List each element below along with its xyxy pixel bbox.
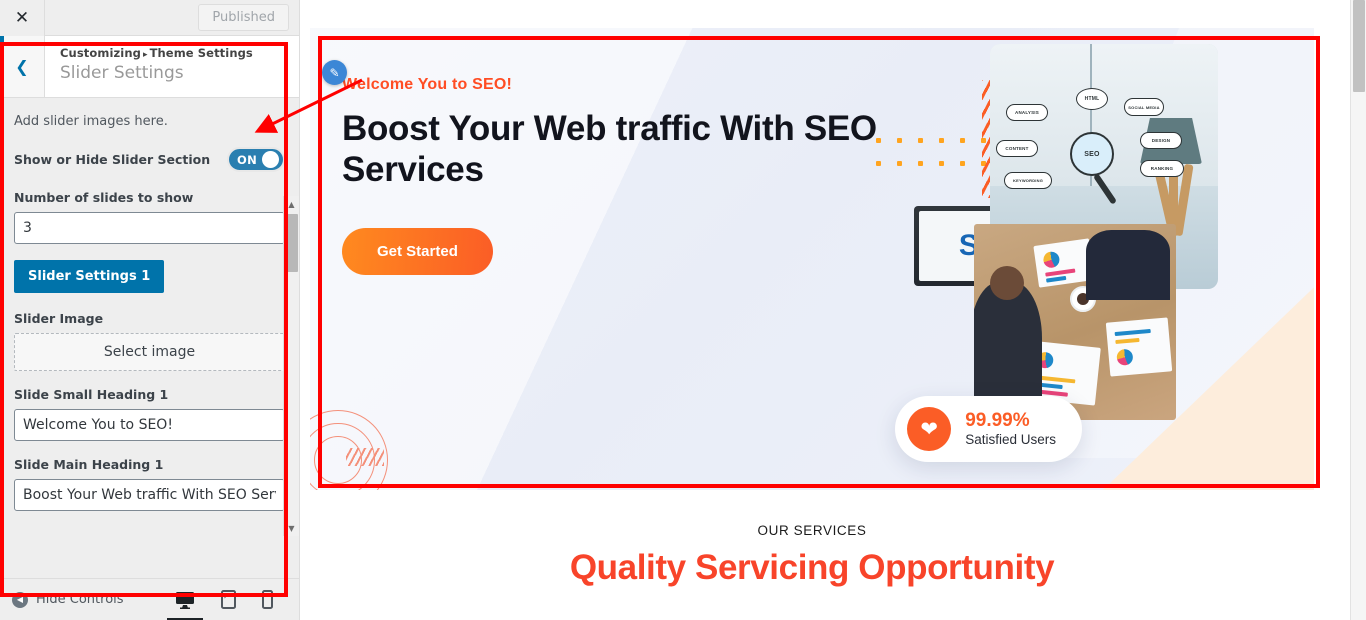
doodle-html: HTML <box>1076 88 1108 110</box>
doodle-ranking: RANKING <box>1140 160 1184 177</box>
edit-pencil-icon[interactable]: ✎ <box>322 60 347 85</box>
badge-text: 99.99% Satisfied Users <box>965 410 1056 448</box>
slider-image-field: Slider Image Select image <box>14 311 285 371</box>
main-heading-input[interactable] <box>14 479 285 511</box>
services-title: Quality Servicing Opportunity <box>569 548 1055 587</box>
device-preview-group <box>167 590 287 620</box>
doodle-keywording: KEYWORDING <box>1004 172 1052 189</box>
ring-stripes <box>346 448 384 466</box>
close-icon[interactable]: ✕ <box>0 0 45 36</box>
slider-settings-1-button[interactable]: Slider Settings 1 <box>14 260 165 293</box>
back-chevron-icon[interactable]: ❮ <box>0 36 45 97</box>
badge-percent: 99.99% <box>965 410 1030 431</box>
toggle-state-label: ON <box>237 152 258 167</box>
decorative-dots <box>876 138 986 184</box>
slider-visibility-label: Show or Hide Slider Section <box>14 152 211 167</box>
satisfied-users-badge: ❤ 99.99% Satisfied Users <box>895 396 1082 462</box>
breadcrumb: Customizing ▸ Theme Settings <box>60 46 253 60</box>
main-heading-label: Slide Main Heading 1 <box>14 457 164 472</box>
small-heading-field: Slide Small Heading 1 <box>14 387 285 441</box>
hero-title: Boost Your Web traffic With SEO Services <box>342 109 877 189</box>
document-sheet <box>1105 317 1173 377</box>
publish-area: Published <box>45 4 299 31</box>
hide-controls-button[interactable]: ◀ Hide Controls <box>12 591 124 608</box>
dot-row <box>876 138 986 143</box>
slider-image-label: Slider Image <box>14 311 104 326</box>
doodle-social-media: SOCIAL MEDIA <box>1124 98 1164 116</box>
slides-count-input[interactable] <box>14 212 285 244</box>
heart-icon: ❤ <box>907 407 952 451</box>
tablet-icon[interactable] <box>221 590 236 609</box>
hero-kicker: Welcome You to SEO! <box>342 76 513 93</box>
hero-copy: Welcome You to SEO! Boost Your Web traff… <box>342 76 882 275</box>
toggle-knob <box>262 151 279 168</box>
dot-row <box>876 161 986 166</box>
team-photo <box>974 224 1176 420</box>
breadcrumb-root[interactable]: Customizing <box>60 46 141 60</box>
decorative-rings <box>310 410 396 490</box>
section-header: ❮ Customizing ▸ Theme Settings Slider Sett… <box>0 36 299 98</box>
section-titles: Customizing ▸ Theme Settings Slider Settin… <box>45 36 253 97</box>
customizer-footer: ◀ Hide Controls <box>0 578 299 620</box>
slider-visibility-row: Show or Hide Slider Section ON <box>14 147 285 172</box>
small-heading-label: Slide Small Heading 1 <box>14 387 169 402</box>
panel-description: Add slider images here. <box>14 114 168 129</box>
scroll-up-icon[interactable]: ▲ <box>284 196 299 212</box>
breadcrumb-parent[interactable]: Theme Settings <box>150 46 253 60</box>
mobile-icon[interactable] <box>262 590 273 609</box>
doodle-seo-magnifier: SEO <box>1070 132 1114 176</box>
services-kicker: OUR SERVICES <box>757 523 867 538</box>
collapse-icon: ◀ <box>12 591 28 608</box>
customizer-panel: ✕ Published ❮ Customizing ▸ Theme Settings… <box>0 0 300 620</box>
customizer-controls: Add slider images here. Show or Hide Sli… <box>0 98 299 578</box>
desktop-icon[interactable] <box>167 591 203 620</box>
publish-button[interactable]: Published <box>198 4 289 31</box>
select-image-button[interactable]: Select image <box>14 333 285 371</box>
hero-slider: Welcome You to SEO! Boost Your Web traff… <box>310 28 1314 490</box>
services-section: OUR SERVICES Quality Servicing Opportuni… <box>310 505 1314 620</box>
slider-visibility-toggle[interactable]: ON <box>227 147 285 172</box>
preview-scrollbar[interactable] <box>1350 0 1366 620</box>
small-heading-input[interactable] <box>14 409 285 441</box>
site-preview: Welcome You to SEO! Boost Your Web traff… <box>300 0 1366 620</box>
person-silhouette <box>1086 230 1170 300</box>
preview-scrollbar-thumb[interactable] <box>1353 0 1365 92</box>
scroll-down-icon[interactable]: ▼ <box>284 520 299 536</box>
slides-count-label: Number of slides to show <box>14 190 194 205</box>
main-heading-field: Slide Main Heading 1 <box>14 457 285 511</box>
page-title: Slider Settings <box>60 63 184 83</box>
panel-scrollbar[interactable]: ▲ ▼ <box>283 196 299 536</box>
customizer-topbar: ✕ Published <box>0 0 299 36</box>
person-head <box>990 266 1024 300</box>
doodle-analysis: ANALYSIS <box>1006 104 1048 121</box>
doodle-design: DESIGN <box>1140 132 1182 149</box>
scrollbar-thumb[interactable] <box>286 214 298 272</box>
hide-controls-label: Hide Controls <box>36 592 124 607</box>
slides-count-field: Number of slides to show <box>14 190 285 244</box>
breadcrumb-separator-icon: ▸ <box>142 50 148 60</box>
badge-caption: Satisfied Users <box>965 432 1056 447</box>
doodle-content: CONTENT <box>996 140 1038 157</box>
customizer-screen: ✕ Published ❮ Customizing ▸ Theme Settings… <box>0 0 1366 620</box>
get-started-button[interactable]: Get Started <box>342 228 493 275</box>
